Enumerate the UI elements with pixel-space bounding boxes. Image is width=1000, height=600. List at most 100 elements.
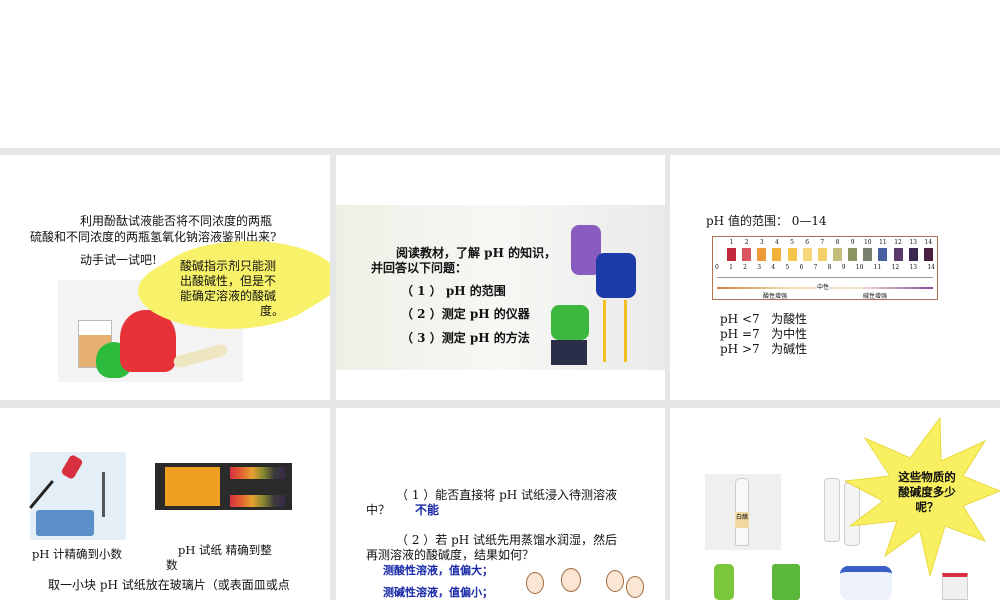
shampoo-tube-image	[772, 564, 800, 600]
ph-color-swatch-5: 5	[787, 239, 797, 263]
question-2-line-1: （ 2 ）若 pH 试纸先用蒸馏水润湿，然后	[396, 533, 618, 547]
jug-image	[942, 573, 968, 600]
scale-tick-label: 0	[715, 264, 719, 271]
ph-scale-chart: 1 2 3 4 5 6 7 8 9 10 11 12 13 14 0 1 2 3 4 5 6 7 8 9 10 11 12 13 14…	[712, 236, 938, 300]
ph-color-swatch-4: 4	[772, 239, 782, 263]
slide-thumbnail-6[interactable]: 白醋 这些物质的 酸碱度多少 呢？	[670, 408, 1000, 600]
ph-color-swatch-2: 2	[742, 239, 752, 263]
shampoo-image	[714, 564, 734, 600]
answer-2-line-2: 测碱性溶液，值偏小；	[383, 586, 493, 599]
swatch-number: 13	[909, 239, 917, 246]
ph-color-swatch-1: 1	[727, 239, 736, 263]
question-2-line-2: 再测溶液的酸碱度，结果如何？	[366, 548, 535, 562]
swatch-color	[757, 248, 767, 261]
swatch-number: 8	[835, 239, 840, 246]
answer-1: 不能	[415, 503, 440, 517]
question-1-line-1: （ 1 ）能否直接将 pH 试纸浸入待测溶液	[396, 488, 618, 502]
swatch-color	[923, 248, 933, 261]
ph-color-swatch-14: 14	[923, 239, 933, 263]
ph-color-swatch-7: 7	[817, 239, 827, 263]
swatch-color	[878, 248, 888, 261]
cloud-line: 能确定溶液的酸碱	[180, 289, 277, 303]
scale-tick-label: 7	[813, 264, 818, 271]
ph-paper-image	[155, 463, 292, 510]
ph-color-swatch-13: 13	[908, 239, 918, 263]
scale-tick-label: 1	[729, 264, 733, 271]
students-image	[541, 215, 641, 365]
method-line-1: 取一小块 pH 试纸放在玻璃片（或表面皿或点	[48, 578, 290, 592]
scale-tick-label: 10	[855, 264, 864, 271]
swatch-number: 7	[820, 239, 825, 246]
scale-tick-label: 14	[927, 264, 935, 271]
scale-tick-label: 4	[771, 264, 776, 271]
scale-tick-label: 9	[841, 264, 846, 271]
swatch-number: 5	[790, 239, 794, 246]
neutral-label: 中性	[817, 282, 830, 291]
swatch-color	[772, 248, 782, 261]
acid-label: 酸性增强	[763, 293, 788, 300]
scale-tick-label: 5	[785, 264, 790, 271]
slide-thumbnail-5[interactable]: （ 1 ）能否直接将 pH 试纸浸入待测溶液 中？ 不能 （ 2 ）若 pH 试…	[336, 408, 665, 600]
try-it-text: 动手试一试吧!	[80, 253, 157, 267]
scale-tick-label: 2	[743, 264, 747, 271]
swatch-color	[908, 248, 918, 261]
ph-color-swatch-11: 11	[878, 239, 888, 263]
question-item: （ 2 ）测定 pH 的仪器	[401, 307, 530, 321]
answer-2-line-1: 测酸性溶液，值偏大；	[383, 564, 493, 577]
swatch-number: 2	[744, 239, 749, 246]
swatch-color	[817, 248, 827, 261]
ph-rule: pH >7 为碱性	[720, 342, 808, 356]
scale-tick-label: 11	[873, 264, 882, 271]
swatch-color	[727, 248, 736, 261]
slide-thumbnail-2[interactable]: 阅读教材，了解 pH 的知识， 并回答以下问题： （ 1 ） pH 的范围 （ …	[336, 155, 665, 400]
intro-line-2: 并回答以下问题：	[371, 261, 468, 275]
intro-line-1: 阅读教材，了解 pH 的知识，	[396, 246, 557, 260]
ph-color-swatch-12: 12	[893, 239, 903, 263]
ph-color-swatch-3: 3	[757, 239, 767, 263]
question-line-2: 硫酸和不同浓度的两瓶氢氧化钠溶液鉴别出来?	[30, 230, 277, 244]
base-label: 碱性增强	[863, 293, 888, 300]
swatch-color	[832, 248, 842, 261]
ph-color-swatch-9: 9	[848, 239, 858, 263]
cloud-line: 酸碱指示剂只能测	[180, 259, 277, 273]
slide-thumbnail-1[interactable]: 利用酚酞试液能否将不同浓度的两瓶 硫酸和不同浓度的两瓶氢氧化钠溶液鉴别出来? 动…	[0, 155, 330, 400]
swatch-number: 11	[879, 239, 887, 246]
scale-tick-label: 8	[827, 264, 832, 271]
meter-caption: pH 计精确到小数	[32, 547, 123, 561]
paper-caption-line-1: pH 试纸 精确到整	[178, 543, 272, 557]
cloud-line: 度。	[259, 304, 284, 318]
question-item: （ 1 ） pH 的范围	[401, 284, 506, 298]
burst-line: 这些物质的	[898, 470, 956, 484]
vinegar-label: 白醋	[735, 512, 749, 528]
swatch-color	[787, 248, 797, 261]
burst-line: 呢？	[915, 500, 939, 514]
discussion-cartoon-image	[521, 568, 651, 600]
ph-rule: pH =7 为中性	[720, 327, 808, 341]
swatch-number: 10	[863, 239, 872, 246]
question-line-1: 利用酚酞试液能否将不同浓度的两瓶	[80, 214, 273, 228]
ph-meter-image	[29, 452, 126, 540]
swatch-number: 12	[894, 239, 902, 246]
vinegar-bottle-image: 白醋	[705, 474, 781, 550]
swatch-color	[893, 248, 903, 261]
swatch-color	[802, 248, 812, 261]
swatch-number: 14	[924, 239, 933, 246]
swatch-color	[863, 248, 873, 261]
swatch-number: 4	[775, 239, 779, 246]
swatch-number: 1	[729, 239, 734, 246]
ph-rule: pH <7 为酸性	[720, 312, 808, 326]
burst-line: 酸碱度多少	[898, 485, 956, 499]
question-1-line-2: 中？	[366, 503, 391, 517]
cloud-line: 出酸碱性，但是不	[180, 274, 277, 288]
scale-tick-label: 13	[909, 264, 918, 271]
scale-tick-label: 3	[757, 264, 762, 271]
slide-thumbnail-3[interactable]: pH 值的范围： 0—14 1 2 3 4 5 6 7 8 9 10 11 12 13 14 012345…	[670, 155, 1000, 400]
ph-color-swatch-6: 6	[802, 239, 812, 263]
top-blank-area	[0, 0, 1000, 148]
question-item: （ 3 ）测定 pH 的方法	[401, 331, 530, 345]
slide-thumbnail-4[interactable]: pH 计精确到小数 pH 试纸 精确到整 数 取一小块 pH 试纸放在玻璃片（或…	[0, 408, 330, 600]
swatch-color	[742, 248, 752, 261]
swatch-number: 6	[805, 239, 810, 246]
scale-tick-label: 12	[891, 264, 900, 271]
scale-tick-label: 6	[799, 264, 804, 271]
